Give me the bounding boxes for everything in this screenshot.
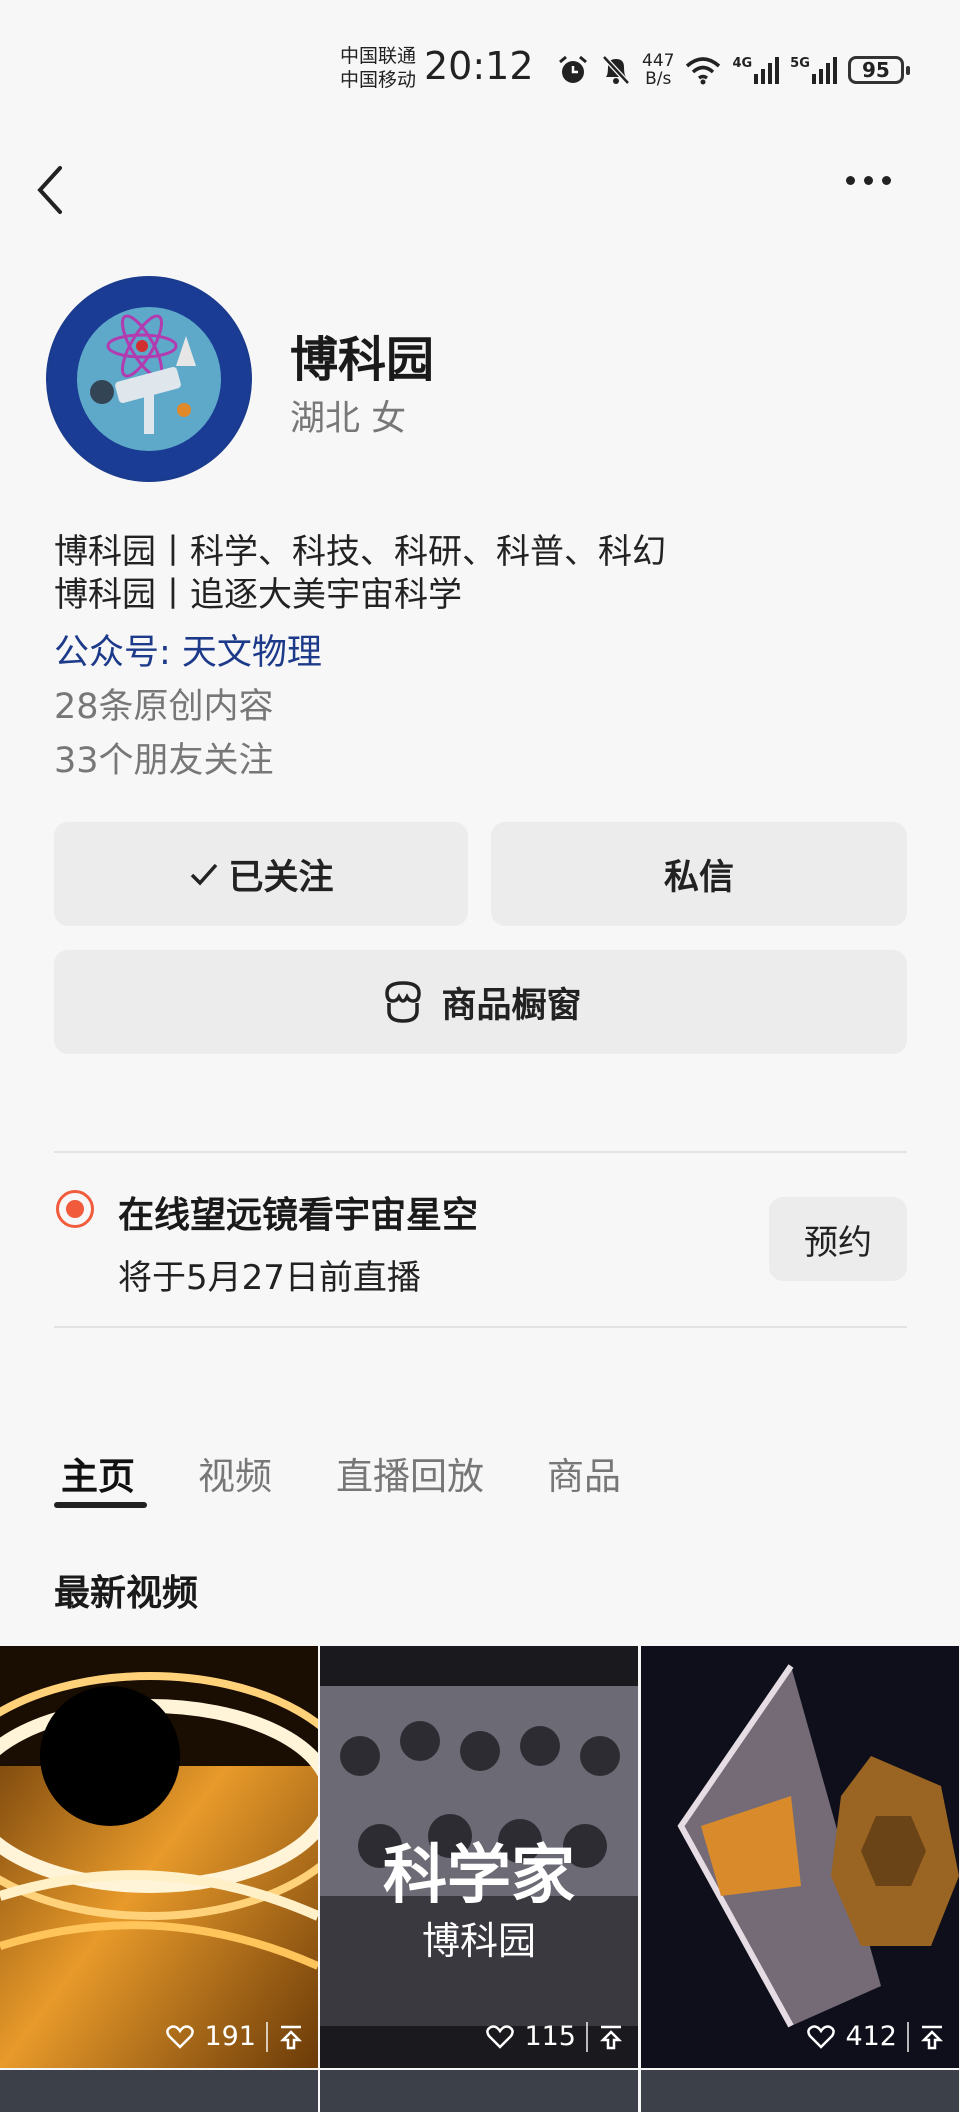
divider (54, 1326, 907, 1328)
more-dot-icon (864, 176, 873, 185)
friends-following[interactable]: 33个朋友关注 (54, 732, 274, 783)
separator (907, 2021, 909, 2052)
alarm-icon (559, 55, 587, 83)
battery-indicator: 95 (847, 56, 910, 84)
signal-4g: 4G (732, 56, 780, 84)
heart-icon (166, 2024, 195, 2049)
wifi-icon (686, 57, 721, 85)
profile-location-gender: 湖北 女 (290, 399, 407, 439)
telescope-image (641, 1646, 959, 2068)
divider (54, 1151, 907, 1153)
status-icons: 447 B/s 4G 5G 95 (556, 50, 910, 90)
signal-bars-icon (754, 57, 780, 84)
message-label: 私信 (663, 857, 734, 898)
video-thumbnail[interactable]: 科学家 博科园 115 (320, 1646, 638, 2068)
video-thumbnail-partial[interactable] (320, 2070, 638, 2112)
heart-icon (486, 2024, 515, 2049)
video-stats: 115 (486, 2021, 624, 2052)
reserve-label: 预约 (804, 1222, 872, 1263)
live-schedule: 将于5月27日前直播 (118, 1258, 421, 1298)
live-title: 在线望远镜看宇宙星空 (118, 1195, 479, 1236)
tab-videos[interactable]: 视频 (198, 1446, 272, 1500)
tab-live-replay[interactable]: 直播回放 (336, 1446, 484, 1500)
pin-top-icon (279, 2025, 303, 2049)
heart-icon (807, 2024, 836, 2049)
shop-window-label: 商品橱窗 (441, 985, 582, 1026)
status-time: 20:12 (424, 44, 534, 88)
video-thumbnail[interactable]: 191 (0, 1646, 318, 2068)
pin-top-icon (599, 2025, 623, 2049)
avatar-logo (49, 279, 249, 479)
carrier-2: 中国移动 (340, 69, 417, 91)
net-speed-unit: B/s (645, 69, 672, 89)
signal-5g: 5G (790, 56, 838, 84)
official-account-link[interactable]: 公众号: 天文物理 (54, 624, 322, 675)
like-count: 412 (845, 2021, 897, 2052)
profile-name: 博科园 (290, 332, 435, 388)
shop-icon (385, 981, 422, 1023)
active-tab-indicator (54, 1502, 147, 1508)
signal-bars-icon (811, 57, 837, 84)
net-speed: 447 B/s (642, 52, 674, 88)
back-button[interactable] (30, 160, 70, 220)
avatar[interactable] (46, 276, 252, 482)
video-overlay-title: 科学家 (383, 1839, 575, 1913)
video-stats: 412 (807, 2021, 945, 2052)
carrier-labels: 中国联通 中国移动 (340, 44, 416, 92)
tab-home[interactable]: 主页 (61, 1446, 135, 1500)
message-button[interactable]: 私信 (491, 822, 907, 926)
like-count: 191 (204, 2021, 256, 2052)
bio-line-2: 博科园丨追逐大美宇宙科学 (54, 575, 462, 615)
original-count: 28条原创内容 (54, 687, 274, 727)
live-indicator-icon (56, 1190, 94, 1228)
like-count: 115 (524, 2021, 576, 2052)
carrier-1: 中国联通 (340, 45, 417, 67)
pin-top-icon (920, 2025, 944, 2049)
back-arrow-icon (37, 166, 62, 214)
followed-button[interactable]: 已关注 (54, 822, 468, 926)
more-dot-icon (846, 176, 855, 185)
video-thumbnail[interactable]: 412 (641, 1646, 959, 2068)
net-speed-value: 447 (642, 51, 675, 71)
followed-label: 已关注 (228, 857, 334, 898)
check-icon (191, 863, 218, 886)
black-hole-image (0, 1646, 318, 2068)
signal-5g-label: 5G (790, 56, 810, 71)
more-dot-icon (882, 176, 891, 185)
mute-icon (602, 55, 630, 85)
video-thumbnail-partial[interactable] (0, 2070, 318, 2112)
shop-window-button[interactable]: 商品橱窗 (54, 950, 907, 1054)
more-options-button[interactable] (846, 176, 891, 185)
reserve-button[interactable]: 预约 (769, 1197, 907, 1281)
separator (266, 2021, 268, 2052)
bio-line-1: 博科园丨科学、科技、科研、科普、科幻 (54, 532, 666, 572)
video-stats: 191 (166, 2021, 304, 2052)
signal-4g-label: 4G (732, 56, 753, 71)
separator (586, 2021, 588, 2052)
section-title: 最新视频 (54, 1573, 199, 1614)
video-thumbnail-partial[interactable] (641, 2070, 959, 2112)
video-overlay-subtitle: 博科园 (421, 1919, 536, 1963)
tab-products[interactable]: 商品 (547, 1446, 621, 1500)
